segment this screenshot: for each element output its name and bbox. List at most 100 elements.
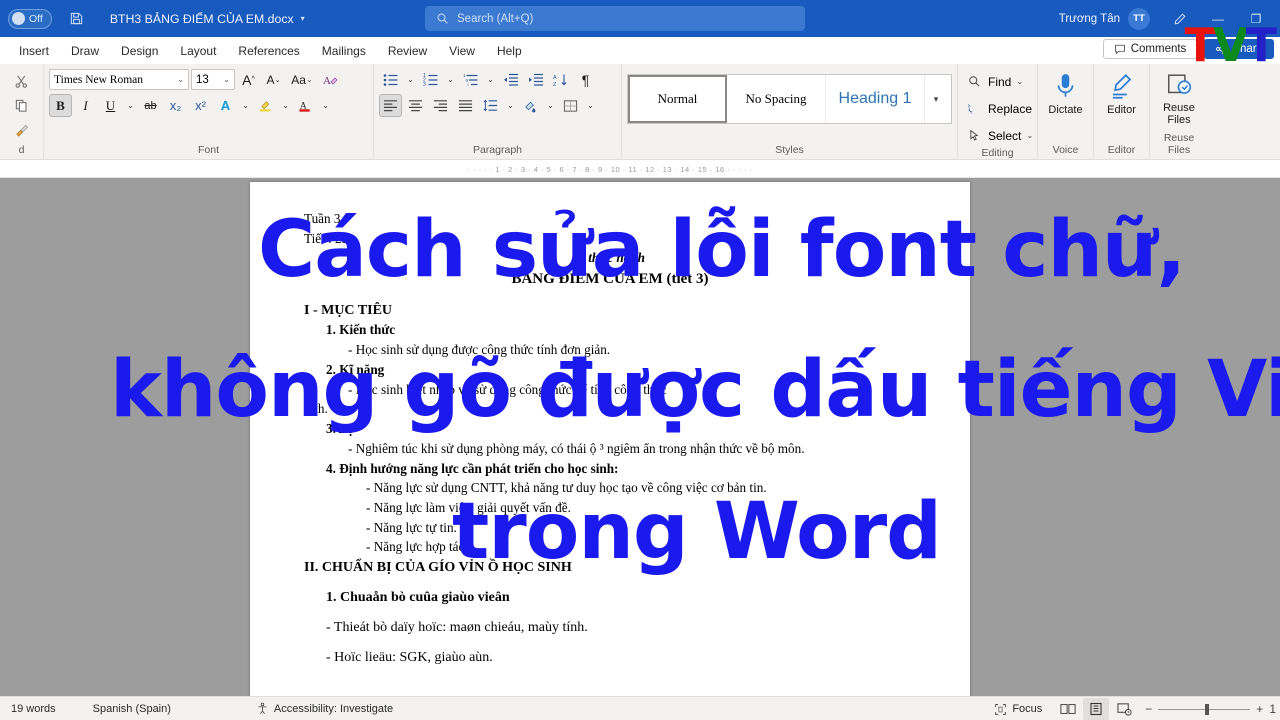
shrink-font-icon[interactable]: A ⌄ [262,68,285,91]
tab-mailings[interactable]: Mailings [311,41,377,61]
borders-icon[interactable] [559,94,582,117]
dictate-button[interactable]: Dictate [1038,68,1094,116]
strikethrough-button[interactable]: ab [139,94,162,117]
cursor-icon [963,124,986,147]
zoom-slider[interactable]: − + 1 [1145,702,1276,716]
horizontal-ruler[interactable]: · · · · · 1 · 2 · 3 · 4 · 5 · 6 · 7 · 8 … [250,160,970,178]
italic-button[interactable]: I [74,94,97,117]
zoom-track[interactable] [1158,703,1251,715]
editor-button[interactable]: Editor [1094,68,1150,116]
document-canvas[interactable]: Tuần 3 Tiết : 25 ... thực hành BẢNG ĐIỂM… [0,178,1280,696]
pilcrow-icon[interactable]: ¶ [574,68,597,91]
sort-az-icon[interactable]: AZ [549,68,572,91]
autosave-toggle[interactable]: Off [8,8,52,29]
tab-layout[interactable]: Layout [169,41,227,61]
font-size-input[interactable]: 13 ⌄ [191,69,235,90]
save-icon[interactable] [62,5,92,33]
find-chevron-down-icon[interactable]: ⌄ [1013,70,1026,93]
find-button[interactable]: Find ⌄ [963,70,1032,93]
clear-formatting-icon[interactable]: A [319,68,342,91]
zoom-out-button[interactable]: − [1145,702,1152,716]
select-button[interactable]: Select ⌄ [963,124,1033,147]
language-status[interactable]: Spanish (Spain) [67,703,182,715]
font-color-button[interactable]: A [294,94,317,117]
underline-chevron-down-icon[interactable]: ⌄ [124,94,137,117]
tab-review[interactable]: Review [377,41,438,61]
select-label: Select [988,128,1022,143]
underline-button[interactable]: U [99,94,122,117]
chevron-down-icon[interactable]: ▾ [301,14,305,23]
ribbon-group-voice: Dictate Voice [1038,64,1094,159]
comments-button[interactable]: Comments [1102,39,1198,59]
bullets-chevron-down-icon[interactable]: ⌄ [404,68,417,91]
styles-more-chevron-down-icon[interactable]: ▾ [925,75,947,123]
doc-line: 4. Định hướng năng lực cần phát triển ch… [326,460,619,476]
editing-group-label: Editing [981,147,1014,159]
align-center-icon[interactable] [404,94,427,117]
increase-indent-icon[interactable] [524,68,547,91]
search-input[interactable]: Search (Alt+Q) [425,6,805,31]
tab-design[interactable]: Design [110,41,169,61]
svg-text:A: A [553,75,557,81]
title-bar: Off BTH3 BẢNG ĐIỂM CỦA EM.docx ▾ Search … [0,0,1280,37]
line-spacing-chevron-down-icon[interactable]: ⌄ [504,94,517,117]
doc-line: - Học sinh sử dụng được công thức tính đ… [348,342,611,358]
read-mode-icon[interactable] [1055,698,1081,720]
status-bar: 19 words Spanish (Spain) Accessibility: … [0,696,1280,720]
borders-chevron-down-icon[interactable]: ⌄ [584,94,597,117]
microphone-icon [1052,72,1079,102]
align-left-icon[interactable] [379,94,402,117]
tab-references[interactable]: References [227,41,310,61]
grow-font-icon[interactable]: A ^ [237,68,260,91]
highlight-button[interactable] [254,94,277,117]
subscript-button[interactable]: x₂ [164,94,187,117]
font-color-chevron-down-icon[interactable]: ⌄ [319,94,332,117]
numbering-chevron-down-icon[interactable]: ⌄ [444,68,457,91]
decrease-indent-icon[interactable] [499,68,522,91]
bold-button[interactable]: B [49,94,72,117]
chevron-down-icon[interactable]: ⌄ [223,75,230,84]
copy-icon[interactable] [10,94,33,117]
superscript-button[interactable]: x² [189,94,212,117]
reuse-files-button[interactable]: Reuse Files [1151,68,1207,126]
document-title[interactable]: BTH3 BẢNG ĐIỂM CỦA EM.docx ▾ [110,12,305,26]
zoom-thumb[interactable] [1205,703,1210,715]
highlight-chevron-down-icon[interactable]: ⌄ [279,94,292,117]
tab-view[interactable]: View [438,41,486,61]
change-case-icon[interactable]: Aa ⌄ [287,68,317,91]
scissors-icon[interactable] [10,70,33,93]
multilevel-chevron-down-icon[interactable]: ⌄ [484,68,497,91]
tab-insert[interactable]: Insert [8,41,60,61]
focus-button[interactable]: Focus [983,703,1053,716]
style-normal[interactable]: Normal [628,75,727,123]
print-layout-icon[interactable] [1083,698,1110,720]
zoom-in-button[interactable]: + [1256,702,1263,716]
style-no-spacing[interactable]: No Spacing [727,75,826,123]
multilevel-list-icon[interactable]: 1ai [459,68,482,91]
web-layout-icon[interactable] [1111,698,1137,720]
select-chevron-down-icon[interactable]: ⌄ [1023,124,1036,147]
font-name-input[interactable]: Times New Roman ⌄ [49,69,189,90]
tab-draw[interactable]: Draw [60,41,110,61]
bullet-list-icon[interactable] [379,68,402,91]
replace-button[interactable]: bc Replace [963,97,1032,120]
zoom-level[interactable]: 1 [1269,702,1276,716]
numbered-list-icon[interactable]: 123 [419,68,442,91]
justify-icon[interactable] [454,94,477,117]
line-spacing-icon[interactable] [479,94,502,117]
chevron-down-icon[interactable]: ⌄ [177,75,184,84]
ribbon-group-reuse-files: Reuse Files Reuse Files [1150,64,1208,159]
accessibility-status[interactable]: Accessibility: Investigate [182,702,404,715]
doc-line: ... thực hành [575,250,645,266]
shading-icon[interactable] [519,94,542,117]
style-heading-1[interactable]: Heading 1 [826,75,925,123]
document-page[interactable]: Tuần 3 Tiết : 25 ... thực hành BẢNG ĐIỂM… [250,182,970,696]
align-right-icon[interactable] [429,94,452,117]
shading-chevron-down-icon[interactable]: ⌄ [544,94,557,117]
tab-help[interactable]: Help [486,41,533,61]
text-effects-button[interactable]: A [214,94,237,117]
paintbrush-icon[interactable] [10,118,33,141]
word-count[interactable]: 19 words [0,703,67,715]
avatar[interactable]: TT [1128,7,1150,30]
text-effects-chevron-down-icon[interactable]: ⌄ [239,94,252,117]
